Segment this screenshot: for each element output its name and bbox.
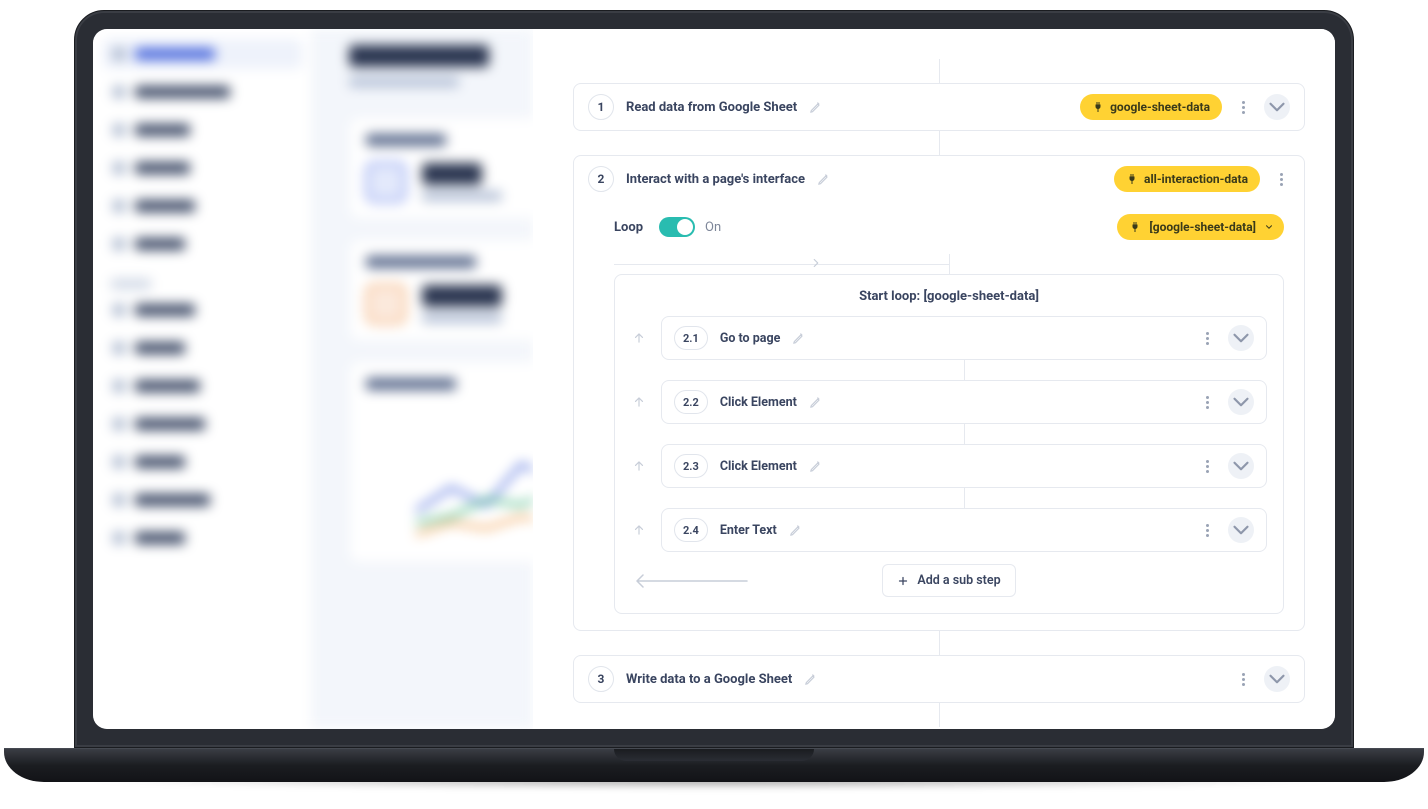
- laptop-frame: 1 Read data from Google Sheet google-she…: [74, 10, 1354, 782]
- substep-card: 2.4 Enter Text: [661, 508, 1267, 552]
- more-menu-icon[interactable]: [1198, 329, 1216, 347]
- output-tag[interactable]: google-sheet-data: [1080, 94, 1222, 120]
- loop-label: Loop: [614, 220, 643, 235]
- plus-icon: [897, 575, 909, 587]
- arrow-up-icon: [632, 459, 646, 473]
- loop-title: Start loop: [google-sheet-data]: [631, 289, 1267, 304]
- pencil-icon[interactable]: [809, 100, 823, 114]
- expand-button[interactable]: [1228, 389, 1254, 415]
- chevron-down-icon: [1264, 222, 1274, 232]
- more-menu-icon[interactable]: [1198, 393, 1216, 411]
- tag-label: [google-sheet-data]: [1149, 220, 1256, 234]
- output-tag[interactable]: all-interaction-data: [1114, 166, 1260, 192]
- expand-button[interactable]: [1228, 517, 1254, 543]
- pencil-icon[interactable]: [809, 459, 823, 473]
- arrow-right-icon: [809, 256, 823, 270]
- chevron-down-icon: [1264, 666, 1290, 692]
- step-number: 3: [588, 666, 614, 692]
- substep-number: 2.2: [674, 390, 708, 414]
- substep-card: 2.3 Click Element: [661, 444, 1267, 488]
- expand-button[interactable]: [1228, 453, 1254, 479]
- add-substep-button[interactable]: Add a sub step: [882, 564, 1015, 597]
- more-menu-icon[interactable]: [1198, 521, 1216, 539]
- loop-toggle[interactable]: [659, 217, 695, 237]
- move-up-button[interactable]: [631, 394, 647, 410]
- pencil-icon[interactable]: [789, 523, 803, 537]
- add-substep-label: Add a sub step: [917, 573, 1000, 588]
- step-number: 1: [588, 94, 614, 120]
- connector-wire: [939, 631, 940, 655]
- substep-title: Go to page: [720, 331, 781, 346]
- background-dashboard: [93, 29, 533, 729]
- arrow-up-icon: [632, 331, 646, 345]
- connector-wire: [939, 703, 940, 727]
- substep-title: Click Element: [720, 395, 797, 410]
- pencil-icon[interactable]: [809, 395, 823, 409]
- arrow-up-icon: [632, 395, 646, 409]
- move-up-button[interactable]: [631, 330, 647, 346]
- move-up-button[interactable]: [631, 458, 647, 474]
- step-number: 2: [588, 166, 614, 192]
- plug-icon: [1092, 101, 1104, 113]
- more-menu-icon[interactable]: [1234, 98, 1252, 116]
- step-card-1: 1 Read data from Google Sheet google-she…: [573, 83, 1305, 131]
- substep-title: Click Element: [720, 459, 797, 474]
- more-menu-icon[interactable]: [1234, 670, 1252, 688]
- plug-icon: [1129, 221, 1141, 233]
- expand-button[interactable]: [1264, 94, 1290, 120]
- substep-card: 2.2 Click Element: [661, 380, 1267, 424]
- plug-icon: [1126, 173, 1138, 185]
- expand-button[interactable]: [1264, 666, 1290, 692]
- chevron-down-icon: [1264, 94, 1290, 120]
- chevron-down-icon: [1228, 453, 1254, 479]
- arrow-up-icon: [632, 523, 646, 537]
- substep-number: 2.4: [674, 518, 708, 542]
- workflow-panel: 1 Read data from Google Sheet google-she…: [533, 29, 1335, 729]
- more-menu-icon[interactable]: [1272, 170, 1290, 188]
- chevron-down-icon: [1228, 517, 1254, 543]
- substep-number: 2.3: [674, 454, 708, 478]
- loop-return-arrow-icon: [629, 573, 749, 589]
- laptop-base: [4, 748, 1424, 782]
- connector-wire: [939, 131, 940, 155]
- move-up-button[interactable]: [631, 522, 647, 538]
- pencil-icon[interactable]: [792, 331, 806, 345]
- loop-source-tag[interactable]: [google-sheet-data]: [1117, 214, 1284, 240]
- substep-title: Enter Text: [720, 523, 777, 538]
- loop-container: Start loop: [google-sheet-data] 2.1 Go t…: [614, 274, 1284, 614]
- step-title: Read data from Google Sheet: [626, 100, 797, 115]
- pencil-icon[interactable]: [817, 172, 831, 186]
- step-card-3: 3 Write data to a Google Sheet: [573, 655, 1305, 703]
- expand-button[interactable]: [1228, 325, 1254, 351]
- pencil-icon[interactable]: [804, 672, 818, 686]
- chevron-down-icon: [1228, 389, 1254, 415]
- connector-wire: [939, 59, 940, 83]
- tag-label: all-interaction-data: [1144, 172, 1248, 186]
- more-menu-icon[interactable]: [1198, 457, 1216, 475]
- laptop-bezel: 1 Read data from Google Sheet google-she…: [74, 10, 1354, 748]
- loop-state: On: [705, 220, 721, 235]
- step-title: Write data to a Google Sheet: [626, 672, 792, 687]
- substep-number: 2.1: [674, 326, 708, 350]
- laptop-screen: 1 Read data from Google Sheet google-she…: [93, 29, 1335, 729]
- step-title: Interact with a page's interface: [626, 172, 805, 187]
- step-card-2: 2 Interact with a page's interface all-i…: [573, 155, 1305, 631]
- substep-card: 2.1 Go to page: [661, 316, 1267, 360]
- tag-label: google-sheet-data: [1110, 100, 1210, 114]
- chevron-down-icon: [1228, 325, 1254, 351]
